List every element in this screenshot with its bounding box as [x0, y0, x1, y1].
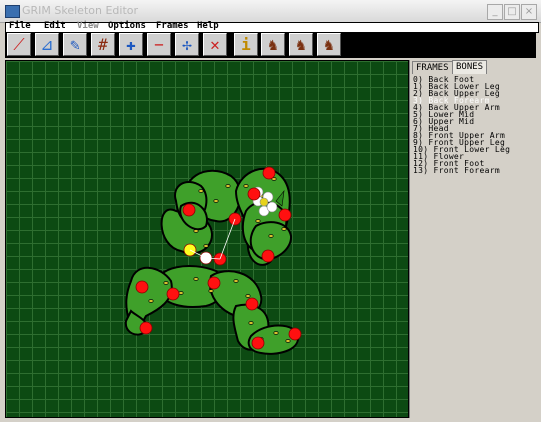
- minimize-button[interactable]: _: [487, 4, 503, 20]
- app-icon: [5, 5, 20, 18]
- animal-tool-1-button[interactable]: ♞: [261, 33, 285, 56]
- side-panel: FRAMES BONES 0) Back Foot 1) Back Lower …: [409, 60, 537, 418]
- panel-tabs: FRAMES BONES: [410, 60, 538, 74]
- add-bone-tool-button[interactable]: ✚: [119, 33, 143, 56]
- pencil-tool-button[interactable]: ✎: [63, 33, 87, 56]
- animal-tool-3-button[interactable]: ♞: [317, 33, 341, 56]
- add-joint-tool-button[interactable]: ✢: [175, 33, 199, 56]
- animal-tool-2-button[interactable]: ♞: [289, 33, 313, 56]
- tab-frames[interactable]: FRAMES: [412, 61, 453, 74]
- maximize-button[interactable]: □: [504, 4, 520, 20]
- window-bottom-edge: [0, 418, 541, 422]
- remove-bone-tool-button[interactable]: −: [147, 33, 171, 56]
- skeleton-figure: [124, 166, 302, 355]
- info-tool-button[interactable]: i: [234, 33, 258, 56]
- menu-frames[interactable]: Frames: [156, 21, 189, 31]
- menu-options[interactable]: Options: [108, 21, 146, 31]
- menu-view[interactable]: View: [77, 21, 99, 31]
- toolbar: ⟋ ⊿ ✎ # ✚ − ✢ ✕ i ♞ ♞ ♞: [5, 32, 536, 58]
- angle-tool-button[interactable]: ⊿: [35, 33, 59, 56]
- close-button[interactable]: ×: [521, 4, 537, 20]
- skeleton-canvas[interactable]: [5, 60, 409, 418]
- title-bar: GRIM Skeleton Editor _ □ ×: [0, 0, 541, 23]
- menu-edit[interactable]: Edit: [44, 21, 66, 31]
- grid-tool-button[interactable]: #: [91, 33, 115, 56]
- tab-bones[interactable]: BONES: [452, 60, 488, 74]
- window-title: GRIM Skeleton Editor: [22, 4, 139, 17]
- menu-file[interactable]: File: [9, 21, 31, 31]
- remove-joint-tool-button[interactable]: ✕: [203, 33, 227, 56]
- bone-item[interactable]: 13) Front Forearm: [413, 167, 535, 175]
- bone-list: 0) Back Foot 1) Back Lower Leg 2) Back U…: [413, 76, 535, 175]
- menu-help[interactable]: Help: [197, 21, 219, 31]
- skeleton-pose-tool-button[interactable]: ⟋: [7, 33, 31, 56]
